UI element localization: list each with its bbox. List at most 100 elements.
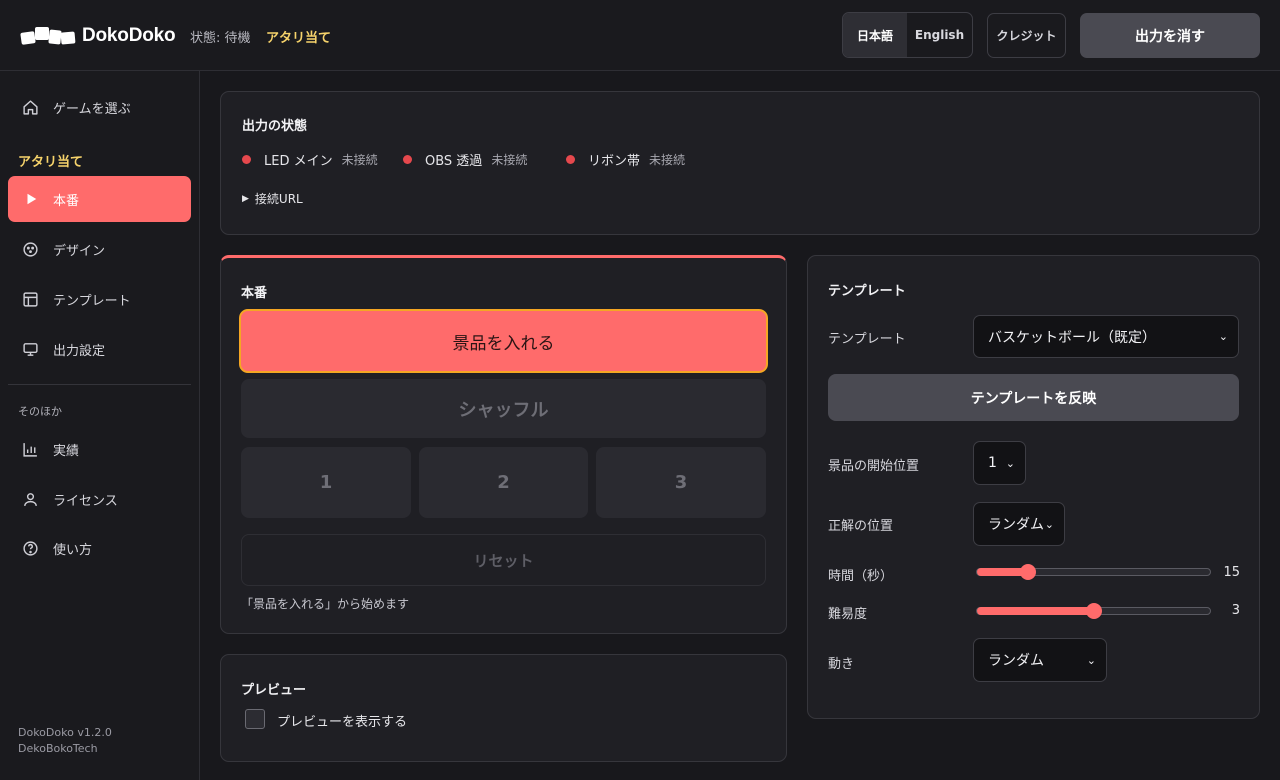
production-card: 本番 景品を入れる シャッフル 1 2 3 リセット 「景品を入れる」から始めま… xyxy=(220,255,787,634)
status-dot xyxy=(403,155,412,164)
logo-icon xyxy=(20,27,76,46)
nav-production[interactable]: 本番 xyxy=(8,176,191,222)
language-switch: 日本語 English xyxy=(842,12,973,58)
app-header: DokoDoko 状態: 待機 アタリ当て 日本語 English クレジット … xyxy=(0,0,1280,71)
version-text: DokoDoko v1.2.0 xyxy=(18,726,112,739)
difficulty-slider[interactable] xyxy=(976,603,1211,619)
nav-achievements[interactable]: 実績 xyxy=(8,426,191,472)
nav-achievements-label: 実績 xyxy=(53,443,80,459)
output-status-card: 出力の状態 LED メイン 未接続 OBS 透過 未接続 リボン帯 未接続 ▶ … xyxy=(220,91,1260,235)
reset-button[interactable]: リセット xyxy=(241,534,766,586)
difficulty-label: 難易度 xyxy=(828,607,868,622)
choice-2-button[interactable]: 2 xyxy=(419,447,588,518)
difficulty-slider-fill xyxy=(977,607,1094,615)
template-title: テンプレート xyxy=(828,284,906,299)
credit-button[interactable]: クレジット xyxy=(987,13,1066,58)
nav-choose-game[interactable]: ゲームを選ぶ xyxy=(8,84,191,130)
choice-1-button[interactable]: 1 xyxy=(241,447,411,518)
palette-icon xyxy=(22,241,39,258)
output-state: 未接続 xyxy=(341,153,378,167)
nav-how-to-use[interactable]: 使い方 xyxy=(8,525,191,571)
status-dot xyxy=(566,155,575,164)
nav-template-label: テンプレート xyxy=(53,293,131,309)
section-atari: アタリ当て xyxy=(18,155,84,170)
chevron-down-icon: ⌄ xyxy=(1086,653,1096,667)
connection-url-label: 接続URL xyxy=(254,192,303,206)
chevron-down-icon: ⌄ xyxy=(1044,517,1054,531)
output-obs: OBS 透過 未接続 xyxy=(403,150,527,169)
company-text: DekoBokoTech xyxy=(18,742,98,755)
nav-output-settings[interactable]: 出力設定 xyxy=(8,326,191,372)
start-position-value: 1 xyxy=(988,455,997,471)
difficulty-slider-thumb[interactable] xyxy=(1085,603,1102,619)
chevron-down-icon: ⌄ xyxy=(1005,456,1015,470)
template-card: テンプレート テンプレート バスケットボール（既定） ⌄ テンプレートを反映 景… xyxy=(807,255,1260,719)
connection-url-toggle[interactable]: ▶ 接続URL xyxy=(242,190,303,207)
lang-ja-button[interactable]: 日本語 xyxy=(843,13,907,57)
template-select-label: テンプレート xyxy=(828,332,906,347)
motion-select[interactable]: ランダム ⌄ xyxy=(973,638,1107,682)
apply-template-button[interactable]: テンプレートを反映 xyxy=(828,374,1239,421)
status-dot xyxy=(242,155,251,164)
logo: DokoDoko xyxy=(20,24,176,48)
show-preview-checkbox[interactable] xyxy=(245,709,265,729)
output-state: 未接続 xyxy=(649,153,686,167)
production-title: 本番 xyxy=(241,286,268,301)
nav-design-label: デザイン xyxy=(53,243,106,259)
section-other: そのほか xyxy=(18,405,62,418)
template-select-value: バスケットボール（既定） xyxy=(988,329,1156,346)
triangle-right-icon: ▶ xyxy=(242,193,249,204)
motion-value: ランダム xyxy=(988,653,1044,669)
lang-en-button[interactable]: English xyxy=(907,13,972,57)
preview-card: プレビュー プレビューを表示する xyxy=(220,654,787,762)
nav-template[interactable]: テンプレート xyxy=(8,276,191,322)
version-info: DokoDoko v1.2.0 DekoBokoTech xyxy=(18,725,112,757)
nav-choose-game-label: ゲームを選ぶ xyxy=(53,101,131,117)
answer-position-value: ランダム xyxy=(988,517,1044,533)
output-status-title: 出力の状態 xyxy=(242,119,308,134)
sidebar: ゲームを選ぶ アタリ当て 本番 デザイン テンプレート 出力設定 そのほか 実績 xyxy=(0,71,200,780)
nav-license[interactable]: ライセンス xyxy=(8,476,191,522)
status-text: 状態: 待機 xyxy=(190,31,251,46)
monitor-icon xyxy=(22,341,39,358)
layout-icon xyxy=(22,291,39,308)
nav-how-to-use-label: 使い方 xyxy=(53,542,93,558)
preview-title: プレビュー xyxy=(241,683,307,698)
home-icon xyxy=(22,99,39,116)
nav-license-label: ライセンス xyxy=(53,493,118,509)
insert-prize-button[interactable]: 景品を入れる xyxy=(239,309,768,373)
answer-position-label: 正解の位置 xyxy=(828,519,894,534)
chevron-down-icon: ⌄ xyxy=(1218,330,1228,343)
current-mode: アタリ当て xyxy=(266,31,332,46)
hint-text: 「景品を入れる」から始めます xyxy=(241,597,410,611)
user-icon xyxy=(22,491,39,508)
output-name: OBS 透過 xyxy=(425,154,483,169)
nav-production-label: 本番 xyxy=(53,193,80,209)
output-ribbon: リボン帯 未接続 xyxy=(566,150,685,169)
template-select[interactable]: バスケットボール（既定） ⌄ xyxy=(973,315,1239,358)
nav-output-settings-label: 出力設定 xyxy=(53,343,106,359)
play-icon xyxy=(22,191,39,208)
time-value: 15 xyxy=(1223,565,1240,580)
output-led-main: LED メイン 未接続 xyxy=(242,150,378,169)
sidebar-divider xyxy=(8,384,191,385)
choice-3-button[interactable]: 3 xyxy=(596,447,766,518)
answer-position-select[interactable]: ランダム ⌄ xyxy=(973,502,1065,546)
start-position-label: 景品の開始位置 xyxy=(828,459,920,474)
start-position-select[interactable]: 1 ⌄ xyxy=(973,441,1026,485)
output-name: LED メイン xyxy=(264,154,333,169)
output-state: 未接続 xyxy=(491,153,528,167)
clear-output-button[interactable]: 出力を消す xyxy=(1080,13,1260,58)
nav-design[interactable]: デザイン xyxy=(8,226,191,272)
help-icon xyxy=(22,540,39,557)
difficulty-value: 3 xyxy=(1231,603,1240,618)
show-preview-label: プレビューを表示する xyxy=(277,715,408,730)
shuffle-button[interactable]: シャッフル xyxy=(241,379,766,438)
time-label: 時間（秒） xyxy=(828,569,894,584)
bar-chart-icon xyxy=(22,441,39,458)
motion-label: 動き xyxy=(828,657,855,672)
output-name: リボン帯 xyxy=(588,154,641,169)
time-slider[interactable] xyxy=(976,564,1211,580)
brand-name: DokoDoko xyxy=(82,25,176,46)
time-slider-thumb[interactable] xyxy=(1020,564,1037,580)
